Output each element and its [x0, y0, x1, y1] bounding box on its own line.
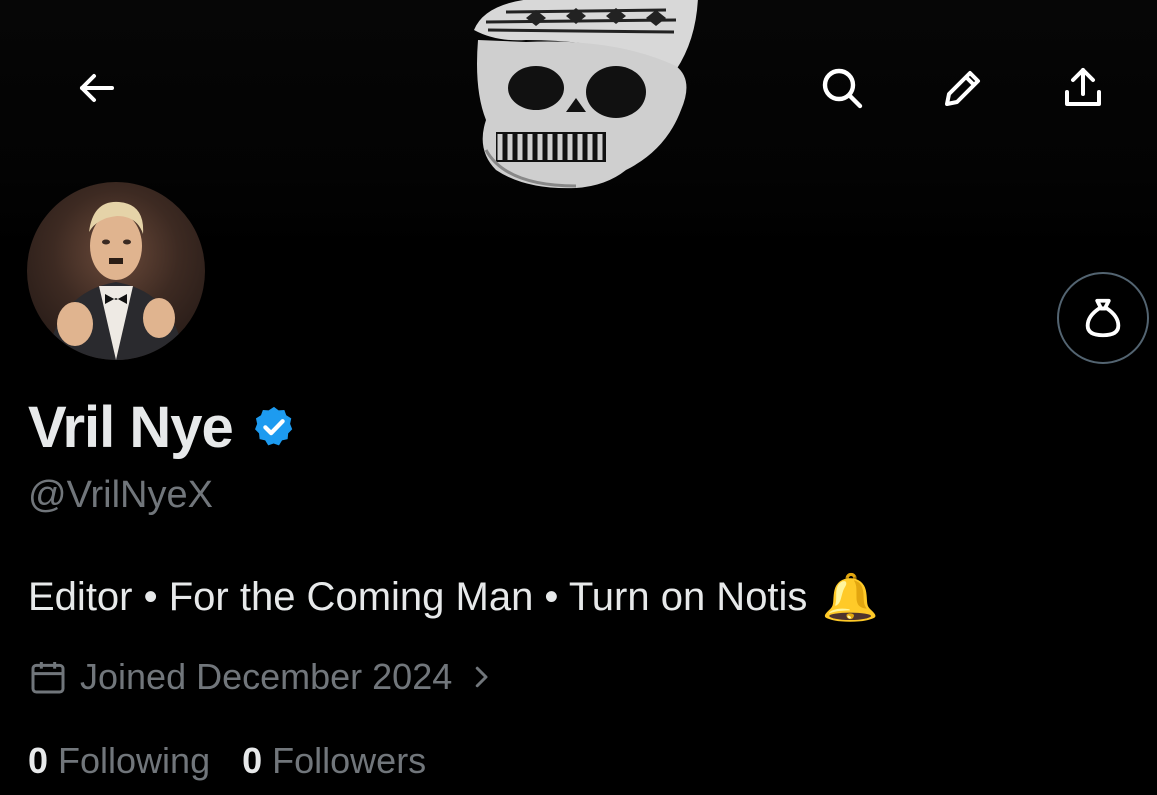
- verified-badge-icon[interactable]: [251, 404, 297, 450]
- search-icon: [822, 68, 863, 109]
- search-button[interactable]: [812, 58, 872, 118]
- following-label: Following: [58, 740, 211, 781]
- followers-link[interactable]: 0 Followers: [242, 740, 426, 782]
- profile-avatar[interactable]: [27, 182, 205, 360]
- money-bag-icon: [1085, 298, 1121, 338]
- edit-profile-button[interactable]: [933, 58, 993, 118]
- tip-button[interactable]: [1057, 272, 1149, 364]
- share-icon: [1065, 68, 1101, 106]
- calendar-icon: [31, 662, 65, 694]
- follow-stats: 0 Following 0 Followers: [28, 740, 458, 782]
- bio: Editor • For the Coming Man • Turn on No…: [28, 574, 879, 620]
- back-button[interactable]: [66, 58, 126, 118]
- joined-date-row[interactable]: Joined December 2024: [28, 652, 496, 702]
- display-name: Vril Nye: [28, 394, 234, 460]
- pencil-icon: [945, 71, 980, 106]
- bell-emoji: 🔔: [821, 571, 879, 623]
- joined-text: Joined December 2024: [80, 656, 453, 697]
- name-row: Vril Nye: [28, 392, 297, 462]
- following-link[interactable]: 0 Following: [28, 740, 210, 782]
- user-handle: @VrilNyeX: [28, 474, 213, 516]
- share-button[interactable]: [1053, 58, 1113, 118]
- following-count: 0: [28, 740, 49, 781]
- bio-text: Editor • For the Coming Man • Turn on No…: [28, 574, 808, 619]
- skull-banner-image: [474, 0, 698, 189]
- followers-label: Followers: [272, 740, 427, 781]
- chevron-right-icon: [475, 666, 488, 688]
- followers-count: 0: [242, 740, 263, 781]
- avatar-image: [47, 201, 185, 360]
- back-arrow-icon: [80, 74, 114, 102]
